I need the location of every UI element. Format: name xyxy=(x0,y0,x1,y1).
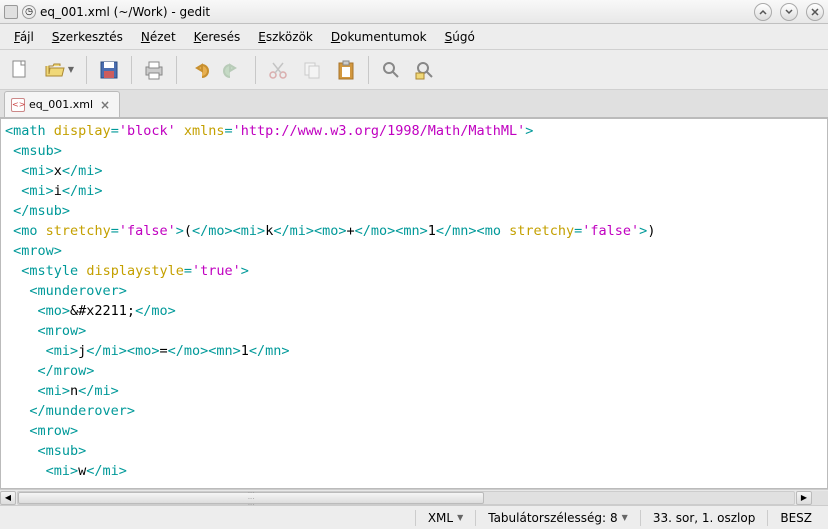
status-tabwidth-selector[interactable]: Tabulátorszélesség: 8 ▼ xyxy=(478,511,638,525)
chevron-down-icon: ▼ xyxy=(622,513,628,522)
titlebar-badge: ◷ xyxy=(22,5,36,19)
tab-label: eq_001.xml xyxy=(29,98,93,111)
close-button[interactable] xyxy=(806,3,824,21)
status-language-selector[interactable]: XML ▼ xyxy=(418,511,473,525)
toolbar-separator xyxy=(255,56,256,84)
tab[interactable]: <> eq_001.xml × xyxy=(4,91,120,117)
toolbar-separator xyxy=(131,56,132,84)
redo-button[interactable] xyxy=(217,54,249,86)
menubar: Fájl Szerkesztés Nézet Keresés Eszközök … xyxy=(0,24,828,50)
code-editor[interactable]: <math display='block' xmlns='http://www.… xyxy=(1,119,827,483)
status-language: XML xyxy=(428,511,453,525)
app-icon xyxy=(4,5,18,19)
scroll-left-button[interactable]: ◀ xyxy=(0,491,16,505)
scroll-right-button[interactable]: ▶ xyxy=(796,491,812,505)
menu-search[interactable]: Keresés xyxy=(186,27,249,47)
horizontal-scrollbar: ◀ ▶ xyxy=(0,489,828,505)
scroll-track[interactable] xyxy=(17,491,795,505)
copy-button[interactable] xyxy=(296,54,328,86)
minimize-button[interactable] xyxy=(754,3,772,21)
tab-close-button[interactable]: × xyxy=(97,97,113,113)
cut-button[interactable] xyxy=(262,54,294,86)
toolbar: ▼ xyxy=(0,50,828,90)
status-insert-mode: BESZ xyxy=(770,511,822,525)
scroll-corner xyxy=(812,491,828,505)
status-cursor-position: 33. sor, 1. oszlop xyxy=(643,511,766,525)
toolbar-separator xyxy=(368,56,369,84)
window-title: eq_001.xml (~/Work) - gedit xyxy=(40,5,750,19)
toolbar-separator xyxy=(86,56,87,84)
menu-help[interactable]: Súgó xyxy=(437,27,483,47)
statusbar: XML ▼ Tabulátorszélesség: 8 ▼ 33. sor, 1… xyxy=(0,505,828,529)
toolbar-separator xyxy=(176,56,177,84)
maximize-button[interactable] xyxy=(780,3,798,21)
paste-button[interactable] xyxy=(330,54,362,86)
status-tabwidth-value: 8 xyxy=(610,511,618,525)
xml-file-icon: <> xyxy=(11,98,25,112)
new-file-button[interactable] xyxy=(4,54,36,86)
print-button[interactable] xyxy=(138,54,170,86)
scroll-thumb[interactable] xyxy=(18,492,484,504)
editor-area: <math display='block' xmlns='http://www.… xyxy=(0,118,828,489)
tabbar: <> eq_001.xml × xyxy=(0,90,828,118)
status-tabwidth-label: Tabulátorszélesség: xyxy=(488,511,606,525)
chevron-down-icon: ▼ xyxy=(68,65,74,74)
menu-documents[interactable]: Dokumentumok xyxy=(323,27,435,47)
find-button[interactable] xyxy=(375,54,407,86)
chevron-down-icon: ▼ xyxy=(457,513,463,522)
menu-edit[interactable]: Szerkesztés xyxy=(44,27,131,47)
menu-tools[interactable]: Eszközök xyxy=(250,27,321,47)
save-button[interactable] xyxy=(93,54,125,86)
replace-button[interactable] xyxy=(409,54,441,86)
undo-button[interactable] xyxy=(183,54,215,86)
open-button[interactable]: ▼ xyxy=(38,54,80,86)
titlebar: ◷ eq_001.xml (~/Work) - gedit xyxy=(0,0,828,24)
menu-view[interactable]: Nézet xyxy=(133,27,184,47)
menu-file[interactable]: Fájl xyxy=(6,27,42,47)
